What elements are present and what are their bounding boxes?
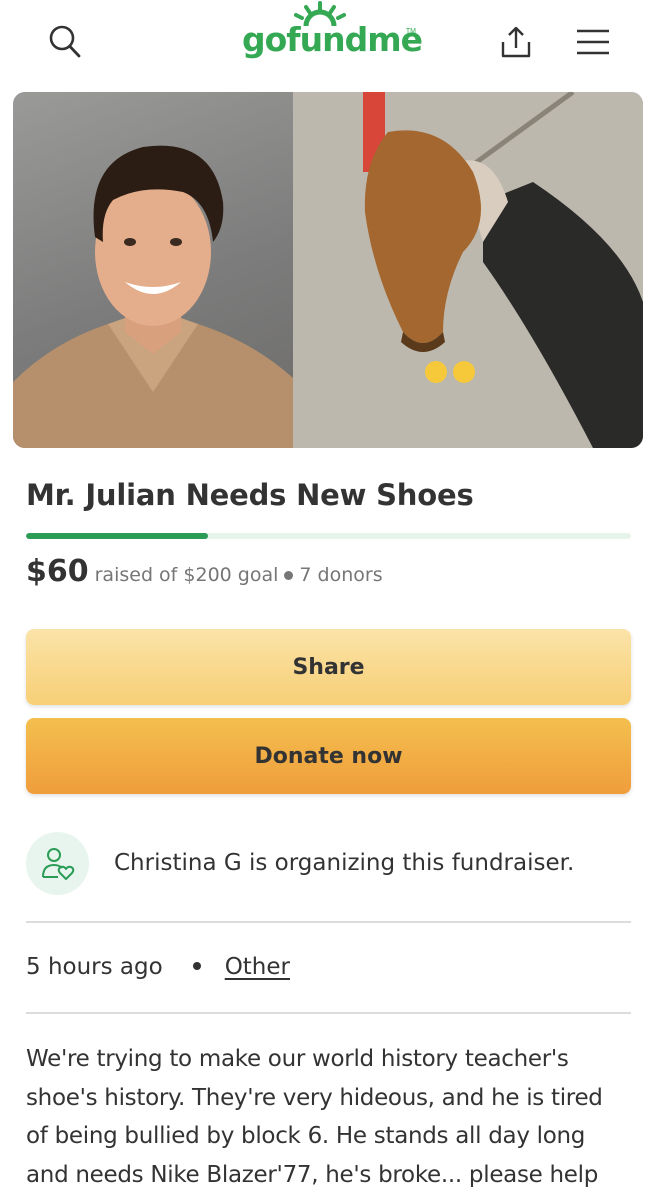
organizer-avatar	[26, 832, 89, 895]
search-icon	[49, 25, 81, 58]
top-header: gofundme TM	[0, 0, 655, 90]
goal-text: raised of $200 goal	[94, 564, 279, 586]
donate-now-button[interactable]: Donate now	[26, 718, 631, 794]
separator-dot	[192, 961, 201, 970]
share-upload-button[interactable]	[490, 20, 542, 64]
logo-trademark: TM	[405, 28, 416, 35]
category-link[interactable]: Other	[225, 954, 290, 980]
organizer-text: Christina G is organizing this fundraise…	[114, 850, 575, 876]
donor-count[interactable]: 7 donors	[299, 564, 382, 586]
divider	[26, 921, 631, 923]
raised-amount: $60	[26, 554, 89, 589]
progress-bar-fill	[26, 533, 208, 539]
person-heart-icon	[41, 847, 74, 880]
gofundme-logo[interactable]: gofundme TM	[230, 0, 430, 80]
separator-dot	[284, 571, 294, 581]
share-upload-icon	[501, 26, 531, 58]
campaign-description: We're trying to make our world history t…	[26, 1046, 603, 1188]
created-time: 5 hours ago	[26, 954, 163, 980]
logo-wordmark: gofundme	[242, 20, 423, 59]
campaign-meta: 5 hours ago Other	[26, 954, 290, 980]
teacher-portrait-image	[13, 92, 293, 448]
campaign-photo[interactable]	[13, 92, 643, 448]
search-button[interactable]	[40, 20, 90, 64]
share-button[interactable]: Share	[26, 629, 631, 705]
organizer-row[interactable]: Christina G is organizing this fundraise…	[26, 832, 631, 896]
shoe-photo-image	[293, 92, 643, 448]
campaign-title: Mr. Julian Needs New Shoes	[26, 478, 474, 512]
hamburger-menu-icon	[577, 29, 609, 55]
menu-button[interactable]	[567, 20, 619, 64]
divider	[26, 1012, 631, 1014]
progress-bar	[26, 533, 631, 539]
fundraising-stats: $60 raised of $200 goal 7 donors	[26, 554, 383, 589]
